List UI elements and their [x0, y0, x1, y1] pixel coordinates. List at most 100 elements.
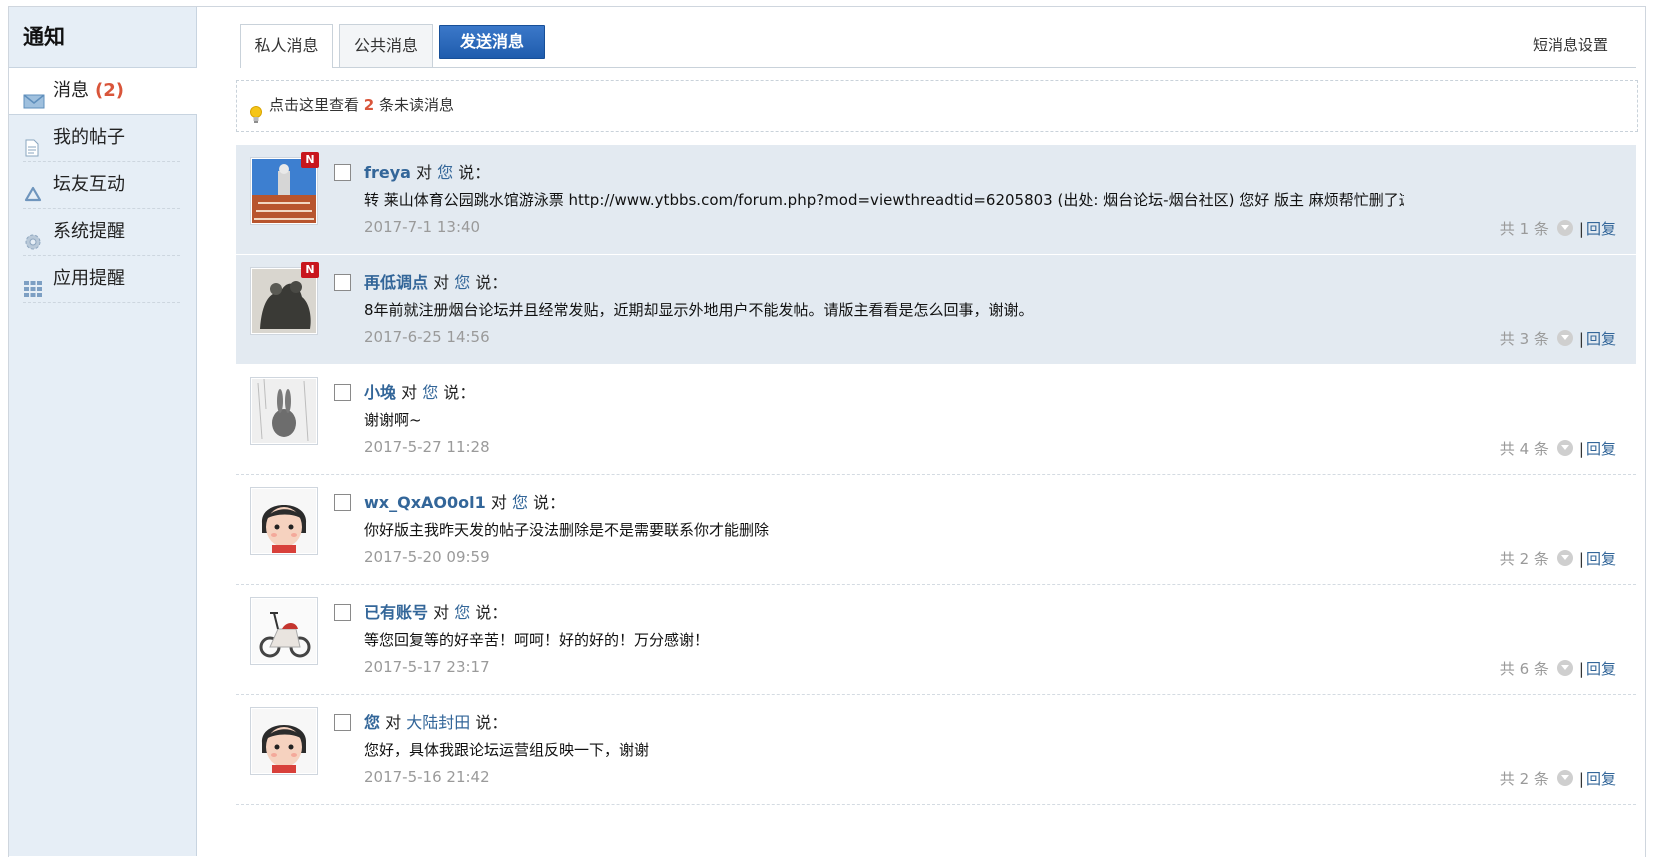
message-tabs: 私人消息 公共消息 发送消息 短消息设置 [240, 24, 1636, 68]
message-meta: 共 6 条 | 回复 [1500, 658, 1616, 679]
message-date: 2017-6-25 14:56 [364, 328, 490, 346]
message-row[interactable]: 您 对 大陆封田 说： 您好，具体我跟论坛运营组反映一下，谢谢 2017-5-1… [236, 695, 1636, 805]
message-count: 3 [1519, 330, 1530, 348]
separator: | [1578, 660, 1584, 678]
select-checkbox[interactable] [334, 604, 351, 621]
reply-link[interactable]: 回复 [1586, 220, 1616, 238]
message-text: 8年前就注册烟台论坛并且经常发贴，近期却显示外地用户不能发帖。请版主看看是怎么回… [364, 301, 1034, 319]
sender-link[interactable]: freya [364, 163, 411, 182]
message-meta: 共 4 条 | 回复 [1500, 438, 1616, 459]
expand-icon[interactable] [1556, 220, 1573, 236]
label-to: 对 [433, 273, 450, 292]
sidebar-item-label: 我的帖子 [53, 127, 125, 148]
reply-link[interactable]: 回复 [1586, 330, 1616, 348]
sidebar-item-label: 坛友互动 [53, 174, 125, 195]
message-date: 2017-5-16 21:42 [364, 768, 490, 786]
envelope-icon [23, 82, 45, 109]
gear-icon [23, 223, 43, 250]
message-row[interactable]: wx_QxAO0ol1 对 您 说： 你好版主我昨天发的帖子没法删除是不是需要联… [236, 475, 1636, 585]
sidebar-item-interaction[interactable]: 坛友互动 [9, 162, 196, 208]
unread-notice[interactable]: 点击这里查看 2 条未读消息 [236, 80, 1638, 132]
separator: | [1578, 770, 1584, 788]
sidebar-title: 通知 [9, 7, 196, 68]
avatar[interactable] [250, 707, 318, 775]
message-count: 1 [1519, 220, 1530, 238]
sidebar-item-label: 系统提醒 [53, 221, 125, 242]
reply-link[interactable]: 回复 [1586, 660, 1616, 678]
recycle-icon [23, 176, 43, 202]
label-total: 共 [1499, 770, 1515, 788]
expand-icon[interactable] [1556, 770, 1573, 786]
label-unit: 条 [1533, 220, 1549, 238]
avatar[interactable] [250, 487, 318, 555]
expand-icon[interactable] [1556, 330, 1573, 346]
expand-icon[interactable] [1556, 660, 1573, 676]
recipient-link[interactable]: 您 [437, 163, 453, 182]
message-count: 4 [1519, 440, 1530, 458]
sidebar-item-label: 应用提醒 [53, 268, 125, 289]
sender-link[interactable]: 再低调点 [364, 273, 428, 292]
message-meta: 共 1 条 | 回复 [1500, 218, 1616, 239]
message-row[interactable]: N freya 对 您 说： 转 莱山体育公园跳水馆游泳票 http://www… [236, 145, 1636, 255]
reply-link[interactable]: 回复 [1586, 440, 1616, 458]
sidebar: 通知 消息 (2) 我的帖子 坛友互动 系统提醒 应用提醒 [9, 7, 197, 856]
message-header: 您 对 大陆封田 说： [364, 709, 507, 733]
sender-link[interactable]: wx_QxAO0ol1 [364, 493, 486, 512]
sidebar-item-my-posts[interactable]: 我的帖子 [9, 115, 196, 161]
label-says: 说： [533, 493, 566, 512]
recipient-link[interactable]: 您 [454, 273, 470, 292]
sidebar-item-messages[interactable]: 消息 (2) [9, 68, 197, 115]
message-row[interactable]: 小堍 对 您 说： 谢谢啊~ 2017-5-27 11:28 共 4 条 | 回复 [236, 365, 1636, 475]
tab-public-messages[interactable]: 公共消息 [339, 24, 433, 67]
send-message-button[interactable]: 发送消息 [439, 25, 545, 59]
label-total: 共 [1499, 550, 1515, 568]
recipient-link[interactable]: 您 [454, 603, 470, 622]
recipient-link[interactable]: 大陆封田 [406, 713, 470, 732]
reply-link[interactable]: 回复 [1586, 550, 1616, 568]
select-checkbox[interactable] [334, 494, 351, 511]
message-header: 小堍 对 您 说： [364, 379, 475, 403]
label-unit: 条 [1533, 440, 1549, 458]
expand-icon[interactable] [1556, 550, 1573, 566]
tab-private-messages[interactable]: 私人消息 [240, 24, 333, 68]
sender-link[interactable]: 您 [364, 713, 380, 732]
message-settings-link[interactable]: 短消息设置 [1533, 34, 1608, 55]
select-checkbox[interactable] [334, 714, 351, 731]
label-unit: 条 [1533, 660, 1549, 678]
message-count: 2 [1519, 770, 1530, 788]
message-meta: 共 2 条 | 回复 [1500, 768, 1616, 789]
new-badge: N [301, 152, 319, 168]
avatar[interactable] [250, 377, 318, 445]
message-row[interactable]: 已有账号 对 您 说： 等您回复等的好辛苦！呵呵！好的好的！万分感谢！ 2017… [236, 585, 1636, 695]
sidebar-item-apps[interactable]: 应用提醒 [9, 256, 196, 302]
sender-link[interactable]: 小堍 [364, 383, 396, 402]
sidebar-item-label: 消息 [53, 80, 89, 101]
message-text: 转 莱山体育公园跳水馆游泳票 http://www.ytbbs.com/foru… [364, 191, 1404, 209]
separator: | [1578, 330, 1584, 348]
message-row[interactable]: N 再低调点 对 您 说： 8年前就注册烟台论坛并且经常发贴，近期却显示外地用户… [236, 255, 1636, 365]
select-checkbox[interactable] [334, 164, 351, 181]
select-checkbox[interactable] [334, 384, 351, 401]
label-to: 对 [416, 163, 433, 182]
message-text: 你好版主我昨天发的帖子没法删除是不是需要联系你才能删除 [364, 521, 770, 539]
message-date: 2017-5-20 09:59 [364, 548, 490, 566]
label-says: 说： [475, 713, 508, 732]
expand-icon[interactable] [1556, 440, 1573, 456]
message-date: 2017-5-17 23:17 [364, 658, 490, 676]
notice-suffix: 条未读消息 [379, 96, 455, 114]
reply-link[interactable]: 回复 [1586, 770, 1616, 788]
select-checkbox[interactable] [334, 274, 351, 291]
grid-icon [23, 270, 43, 297]
label-unit: 条 [1533, 550, 1549, 568]
sender-link[interactable]: 已有账号 [364, 603, 428, 622]
message-header: freya 对 您 说： [364, 159, 490, 183]
avatar[interactable] [250, 597, 318, 665]
label-says: 说： [475, 273, 508, 292]
message-header: 已有账号 对 您 说： [364, 599, 507, 623]
recipient-link[interactable]: 您 [422, 383, 438, 402]
recipient-link[interactable]: 您 [512, 493, 528, 512]
message-header: 再低调点 对 您 说： [364, 269, 507, 293]
label-unit: 条 [1533, 770, 1549, 788]
sidebar-item-system[interactable]: 系统提醒 [9, 209, 196, 255]
separator: | [1578, 440, 1584, 458]
